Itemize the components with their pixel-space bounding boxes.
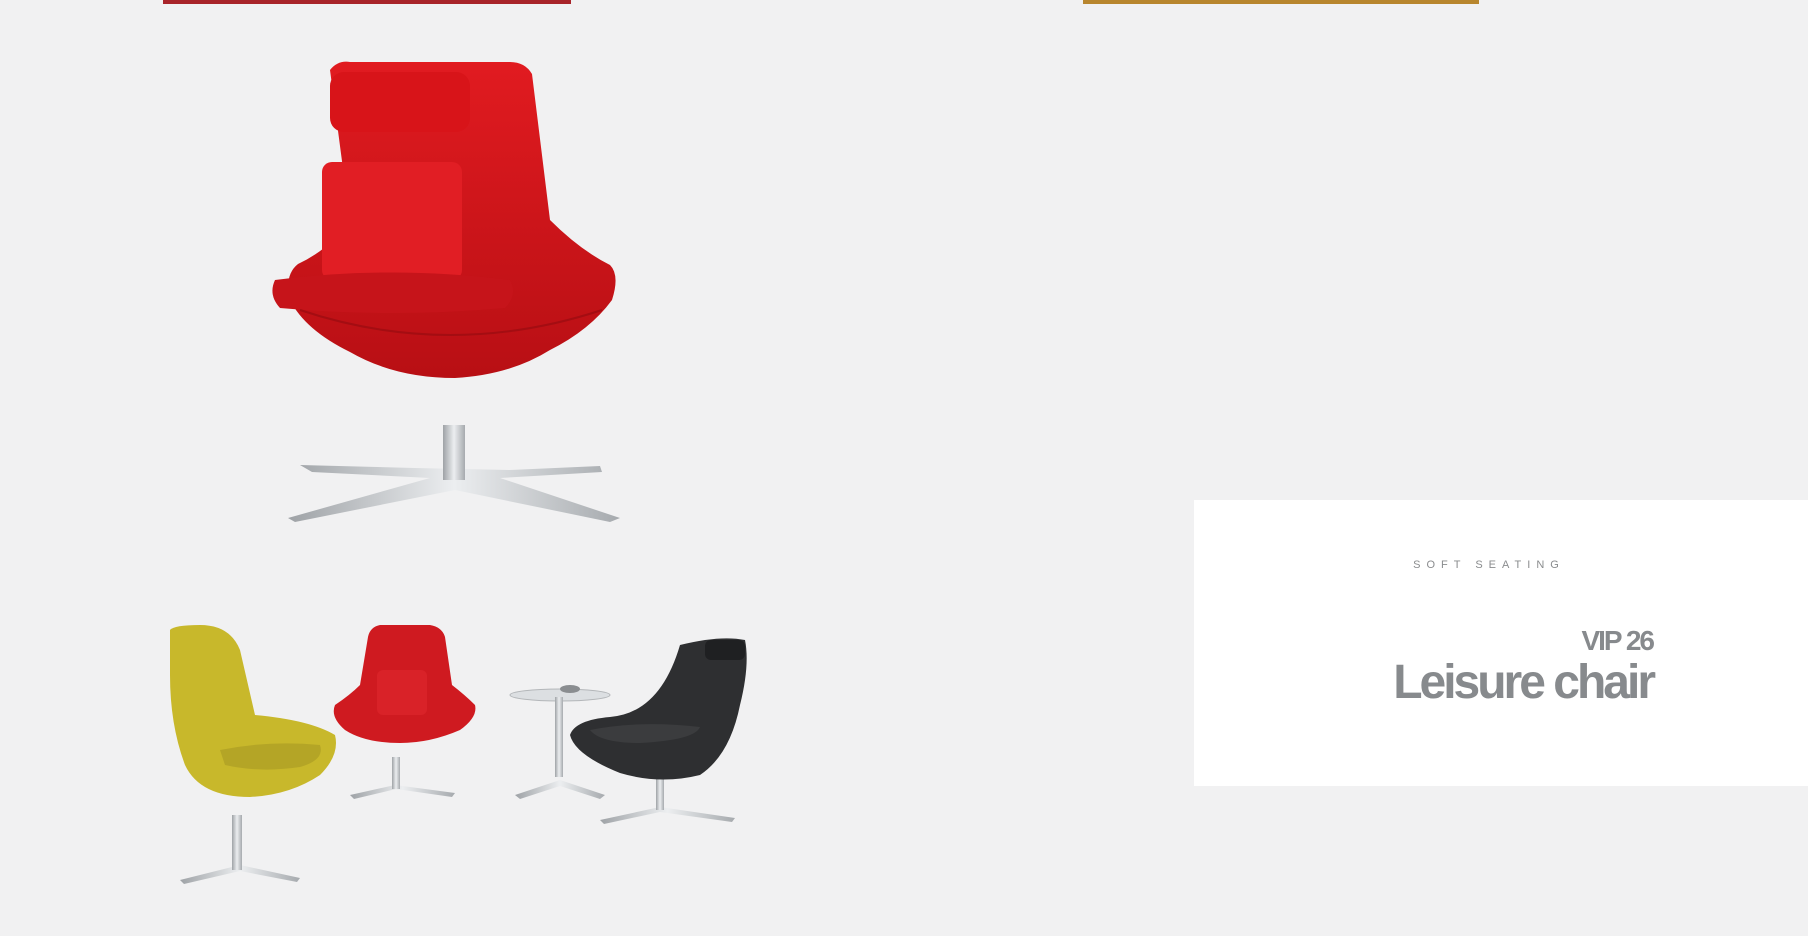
top-accent-bar-gold bbox=[1083, 0, 1479, 4]
model-number: VIP 26 bbox=[1581, 625, 1655, 656]
yellow-chair bbox=[170, 625, 336, 884]
hero-chair-image bbox=[272, 61, 620, 522]
product-info-card: SOFT SEATING VIP 26 Leisure chair bbox=[1194, 500, 1808, 786]
category-label: SOFT SEATING bbox=[1413, 559, 1565, 571]
top-accent-bar-red bbox=[163, 0, 571, 4]
red-chair-small bbox=[333, 625, 476, 799]
chair-collection-image bbox=[170, 625, 747, 884]
product-title: Leisure chair bbox=[1393, 656, 1656, 709]
